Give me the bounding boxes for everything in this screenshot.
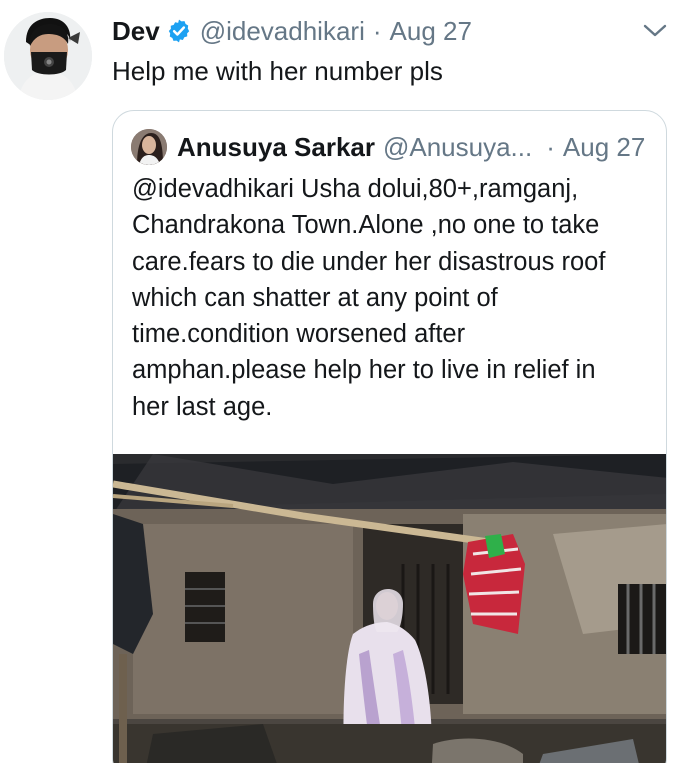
quoted-tweet-photo[interactable] xyxy=(113,454,666,763)
user-avatar-icon xyxy=(4,12,92,100)
author-handle[interactable]: @idevadhikari xyxy=(200,16,365,47)
quoted-author-name[interactable]: Anusuya Sarkar xyxy=(177,132,375,163)
quoted-tweet-date[interactable]: Aug 27 xyxy=(563,132,645,163)
quoted-tweet-header: Anusuya Sarkar @Anusuya... · Aug 27 xyxy=(131,129,648,165)
verified-badge-icon xyxy=(166,18,192,44)
quoted-tweet-text: @idevadhikari Usha dolui,80+,ramganj, Ch… xyxy=(132,171,652,425)
quoted-author-handle[interactable]: @Anusuya... xyxy=(383,132,532,163)
separator-dot: · xyxy=(372,15,382,46)
quoted-text-line: care.fears to die under her disastrous r… xyxy=(132,247,606,276)
quoted-text-line: which can shatter at any point of xyxy=(132,283,498,312)
quoted-text-line: time.condition worsened after xyxy=(132,320,466,349)
chevron-down-icon[interactable] xyxy=(642,22,668,40)
author-avatar[interactable] xyxy=(4,12,92,100)
author-name[interactable]: Dev xyxy=(112,16,160,47)
quoted-text-line: @idevadhikari Usha dolui,80+,ramganj, xyxy=(132,175,579,203)
tweet-header: Dev @idevadhikari · Aug 27 xyxy=(112,14,656,48)
quoted-text-line: Chandrakona Town.Alone ,no one to take xyxy=(132,211,600,240)
tweet[interactable]: Dev @idevadhikari · Aug 27 Help me with … xyxy=(0,0,696,763)
tweet-text: Help me with her number pls xyxy=(112,56,443,86)
photo-image xyxy=(113,454,666,763)
quoted-text-line: her last age. xyxy=(132,392,273,421)
quoted-author-avatar xyxy=(131,129,167,165)
quoted-separator-dot: · xyxy=(546,131,555,162)
tweet-date[interactable]: Aug 27 xyxy=(390,16,472,47)
quoted-text-line: amphan.please help her to live in relief… xyxy=(132,356,596,385)
quoted-tweet-card[interactable]: Anusuya Sarkar @Anusuya... · Aug 27 @ide… xyxy=(112,110,667,763)
